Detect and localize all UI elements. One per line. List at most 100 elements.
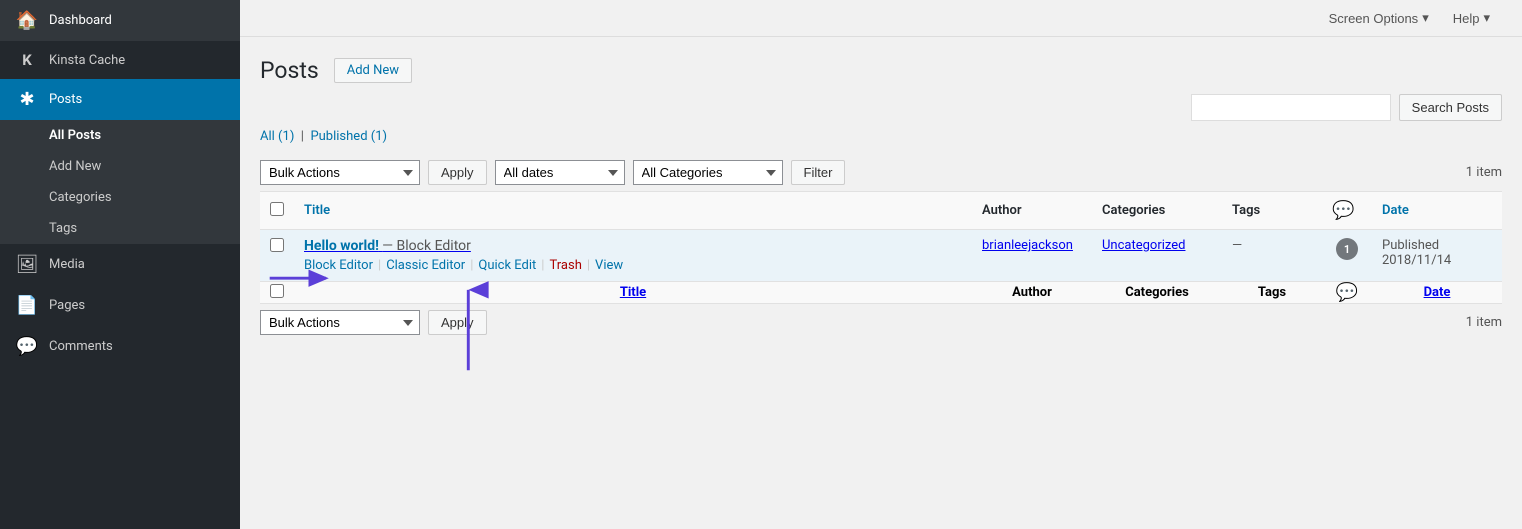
date-value: 2018/11/14 [1382, 253, 1451, 268]
sidebar-item-label: Media [49, 257, 85, 272]
post-title-bold: Hello world! [304, 238, 379, 254]
date-sort-link[interactable]: Date [1382, 203, 1409, 218]
header-date-col: Date [1372, 192, 1502, 230]
content-area: Posts Add New Search Posts All (1) | Pub… [240, 37, 1522, 529]
table-footer-row: Title Author Categories Tags 💬 [260, 282, 1502, 304]
screen-options-chevron-icon: ▾ [1422, 10, 1429, 26]
sidebar-item-comments[interactable]: 💬 Comments [0, 326, 240, 367]
dates-filter-select[interactable]: All dates [495, 160, 625, 185]
post-title-link[interactable]: Hello world! — Block Editor [304, 239, 471, 254]
header-tags-col: Tags [1222, 192, 1322, 230]
table-container: Title Author Categories Tags 💬 [260, 191, 1502, 304]
posts-icon: ✱ [15, 89, 39, 110]
header-title-col: Title [294, 192, 972, 230]
top-toolbar: Bulk Actions Apply All dates All Categor… [260, 154, 1502, 191]
footer-date-col: Date [1372, 282, 1502, 304]
pages-icon: 📄 [15, 295, 39, 316]
sidebar-item-label: Comments [49, 339, 113, 354]
title-sort-link[interactable]: Title [304, 203, 330, 218]
dashboard-icon: 🏠 [15, 10, 39, 31]
author-link[interactable]: brianleejackson [982, 238, 1073, 253]
screen-options-button[interactable]: Screen Options ▾ [1317, 4, 1441, 32]
filter-published-link[interactable]: Published (1) [310, 129, 387, 144]
bulk-actions-select[interactable]: Bulk Actions [260, 160, 420, 185]
add-new-button[interactable]: Add New [334, 58, 412, 83]
row-title-cell: Hello world! — Block Editor Block Editor… [294, 230, 972, 282]
item-count-bottom: 1 item [1466, 315, 1502, 330]
filter-button[interactable]: Filter [791, 160, 846, 185]
apply-button-bottom[interactable]: Apply [428, 310, 487, 335]
sidebar-item-dashboard[interactable]: 🏠 Dashboard [0, 0, 240, 41]
sidebar-item-label: Posts [49, 92, 82, 107]
table-row: Hello world! — Block Editor Block Editor… [260, 230, 1502, 282]
row-checkbox[interactable] [270, 238, 284, 252]
header-comments-col: 💬 [1322, 192, 1372, 230]
row-checkbox-cell [260, 230, 294, 282]
table-header-row: Title Author Categories Tags 💬 [260, 192, 1502, 230]
footer-checkbox-col [260, 282, 294, 304]
search-row: Search Posts [260, 94, 1502, 121]
posts-submenu: All Posts Add New Categories Tags [0, 120, 240, 244]
sidebar-item-label: Pages [49, 298, 85, 313]
footer-categories-col: Categories [1092, 282, 1222, 304]
bottom-bulk-actions-select[interactable]: Bulk Actions [260, 310, 420, 335]
quick-edit-link[interactable]: Quick Edit [478, 258, 536, 273]
search-posts-button[interactable]: Search Posts [1399, 94, 1502, 121]
view-link[interactable]: View [595, 258, 623, 273]
block-editor-link[interactable]: Block Editor [304, 258, 373, 273]
footer-author-col: Author [972, 282, 1092, 304]
item-count-top: 1 item [1466, 165, 1502, 180]
sidebar-item-all-posts[interactable]: All Posts [0, 120, 240, 151]
footer-comments-col: 💬 [1322, 282, 1372, 304]
row-comments-cell: 1 [1322, 230, 1372, 282]
main-content: Screen Options ▾ Help ▾ Posts Add New Se… [240, 0, 1522, 529]
sidebar-item-label: All Posts [49, 128, 101, 143]
bottom-toolbar: Bulk Actions Apply 1 item [260, 304, 1502, 341]
trash-link[interactable]: Trash [549, 258, 581, 273]
sidebar-item-label: Kinsta Cache [49, 53, 125, 68]
apply-button-top[interactable]: Apply [428, 160, 487, 185]
page-header: Posts Add New [260, 57, 1502, 84]
post-title: Hello world! — Block Editor [304, 238, 962, 254]
footer-title-sort-link[interactable]: Title [620, 285, 646, 300]
media-icon: 🖼 [15, 254, 39, 275]
comments-icon: 💬 [15, 336, 39, 357]
header-checkbox-col [260, 192, 294, 230]
header-author-col: Author [972, 192, 1092, 230]
help-chevron-icon: ▾ [1483, 10, 1490, 26]
sidebar: 🏠 Dashboard K Kinsta Cache ✱ Posts All P… [0, 0, 240, 529]
post-actions: Block Editor | Classic Editor | Quick Ed… [304, 258, 962, 273]
header-categories-col: Categories [1092, 192, 1222, 230]
categories-filter-select[interactable]: All Categories [633, 160, 783, 185]
classic-editor-link[interactable]: Classic Editor [386, 258, 465, 273]
row-author-cell: brianleejackson [972, 230, 1092, 282]
footer-date-sort-link[interactable]: Date [1424, 285, 1451, 300]
sidebar-item-media[interactable]: 🖼 Media [0, 244, 240, 285]
footer-tags-col: Tags [1222, 282, 1322, 304]
sidebar-item-kinsta-cache[interactable]: K Kinsta Cache [0, 41, 240, 79]
comment-count-badge: 1 [1336, 238, 1358, 260]
sidebar-item-label: Categories [49, 190, 112, 205]
help-button[interactable]: Help ▾ [1441, 4, 1502, 32]
topbar: Screen Options ▾ Help ▾ [240, 0, 1522, 37]
search-input[interactable] [1191, 94, 1391, 121]
filter-links: All (1) | Published (1) [260, 129, 1502, 144]
sidebar-item-add-new[interactable]: Add New [0, 151, 240, 182]
sidebar-item-posts[interactable]: ✱ Posts [0, 79, 240, 120]
page-title: Posts [260, 57, 319, 84]
footer-select-all-checkbox[interactable] [270, 284, 284, 298]
footer-comment-icon: 💬 [1336, 282, 1358, 303]
row-categories-cell: Uncategorized [1092, 230, 1222, 282]
sidebar-item-pages[interactable]: 📄 Pages [0, 285, 240, 326]
category-link[interactable]: Uncategorized [1102, 238, 1185, 253]
sidebar-item-label: Dashboard [49, 13, 112, 28]
row-date-cell: Published 2018/11/14 [1372, 230, 1502, 282]
footer-title-col: Title [294, 282, 972, 304]
kinsta-icon: K [15, 51, 39, 69]
sidebar-item-categories[interactable]: Categories [0, 182, 240, 213]
select-all-checkbox[interactable] [270, 202, 284, 216]
filter-all-link[interactable]: All (1) [260, 129, 298, 144]
help-label: Help [1453, 11, 1480, 26]
screen-options-label: Screen Options [1329, 11, 1419, 26]
sidebar-item-tags[interactable]: Tags [0, 213, 240, 244]
